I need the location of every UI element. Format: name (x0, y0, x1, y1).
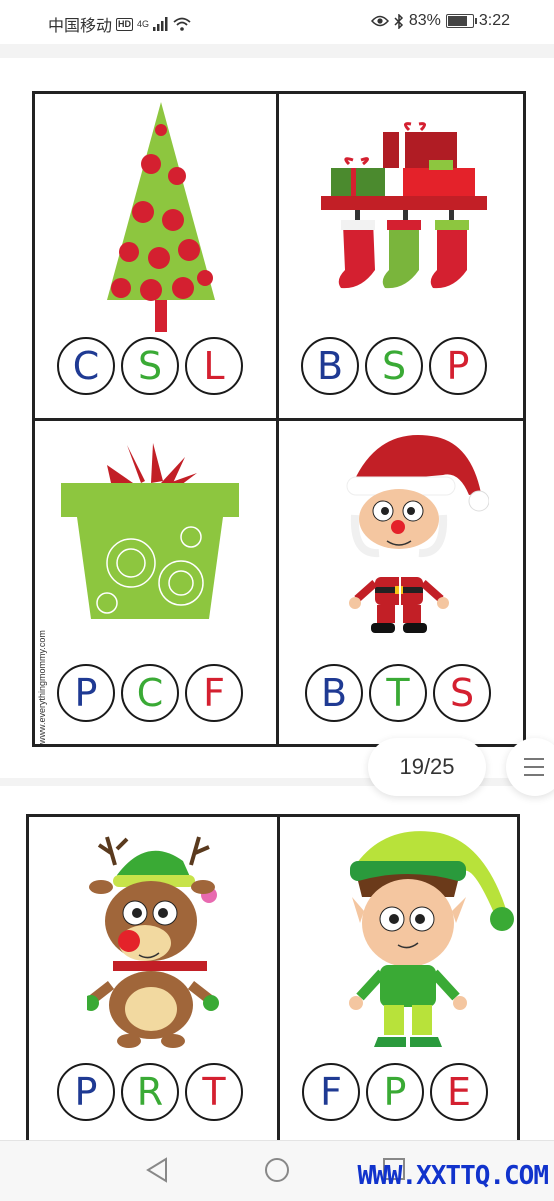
battery-percent: 83% (408, 12, 441, 29)
letter-choice[interactable]: R (121, 1063, 179, 1121)
christmas-tree-icon (107, 102, 215, 332)
letter-choice[interactable]: S (433, 664, 491, 722)
letter-choices: P R T (57, 1063, 243, 1121)
letter-choice[interactable]: T (185, 1063, 243, 1121)
letter-choice[interactable]: L (185, 337, 243, 395)
letter-choice[interactable]: T (369, 664, 427, 722)
clip-card-stockings: B S P (279, 94, 523, 418)
letter-choice[interactable]: S (365, 337, 423, 395)
bluetooth-icon (394, 13, 403, 29)
letter-choices: C S L (57, 337, 243, 395)
signal-strength-icon (153, 17, 168, 31)
page-indicator[interactable]: 19/25 (368, 738, 486, 796)
santa-claus-icon (346, 434, 489, 633)
letter-choices: P C F (57, 664, 243, 722)
wifi-icon (173, 17, 191, 31)
network-type: 4G (137, 19, 150, 29)
letter-choice[interactable]: F (185, 664, 243, 722)
site-watermark: WWW.XXTTQ.COM (357, 1161, 549, 1191)
clip-card-santa: B T S (279, 421, 523, 744)
letter-choices: B T S (305, 664, 491, 722)
hamburger-icon (524, 758, 544, 782)
letter-choice[interactable]: B (301, 337, 359, 395)
document-page-20: P R T F P E (0, 786, 554, 1177)
letter-choice[interactable]: B (305, 664, 363, 722)
clip-card-elf: F P E (280, 817, 517, 1147)
letter-choice[interactable]: P (429, 337, 487, 395)
letter-choice[interactable]: C (121, 664, 179, 722)
letter-choice[interactable]: F (302, 1063, 360, 1121)
home-icon[interactable] (264, 1157, 290, 1183)
battery-icon (445, 14, 477, 28)
gift-box-icon (61, 443, 239, 619)
eye-comfort-icon (370, 15, 389, 27)
card-grid: P R T F P E (26, 814, 520, 1177)
status-bar: 中国移动 HD 4G 83% 3:22 (0, 0, 554, 44)
clip-card-gift: P C F (35, 421, 276, 744)
letter-choice[interactable]: P (57, 1063, 115, 1121)
clip-card-reindeer: P R T (29, 817, 277, 1147)
letter-choice[interactable]: P (57, 664, 115, 722)
reindeer-icon (87, 836, 219, 1048)
stockings-and-gifts-icon (321, 122, 487, 289)
clip-card-tree: C S L (35, 94, 276, 418)
carrier-name: 中国移动 (48, 18, 113, 35)
system-nav-bar: WWW.XXTTQ.COM (0, 1140, 554, 1201)
letter-choice[interactable]: P (366, 1063, 424, 1121)
hd-badge: HD (116, 17, 134, 31)
letter-choices: B S P (301, 337, 487, 395)
letter-choice[interactable]: C (57, 337, 115, 395)
elf-icon (349, 831, 514, 1047)
card-grid: www.everythingmommy.com C S L B S P P C … (32, 91, 526, 747)
clock-time: 3:22 (478, 12, 510, 29)
letter-choice[interactable]: S (121, 337, 179, 395)
document-page-19: www.everythingmommy.com C S L B S P P C … (0, 58, 554, 778)
letter-choice[interactable]: E (430, 1063, 488, 1121)
back-icon[interactable] (146, 1157, 170, 1183)
letter-choices: F P E (302, 1063, 488, 1121)
